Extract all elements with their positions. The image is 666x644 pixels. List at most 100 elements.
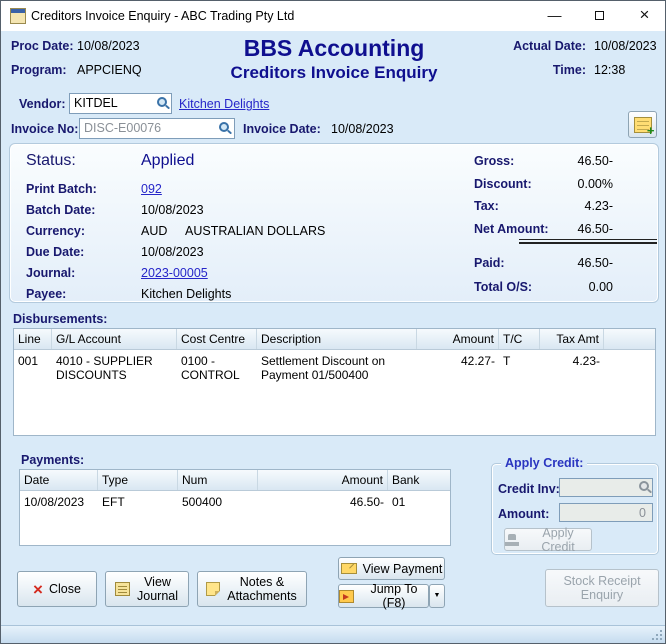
status-label: Status:: [26, 152, 76, 170]
paid-value: 46.50-: [521, 256, 613, 270]
apply-credit-button[interactable]: Apply Credit: [504, 528, 592, 551]
program-label: Program:: [11, 63, 67, 77]
cell-pay-amount: 46.50-: [258, 491, 388, 512]
titlebar: Creditors Invoice Enquiry - ABC Trading …: [1, 1, 665, 31]
cell-type: EFT: [98, 491, 178, 512]
discount-value: 0.00%: [521, 177, 613, 191]
proc-date-label: Proc Date:: [11, 39, 74, 53]
close-window-button[interactable]: ×: [622, 1, 666, 31]
invoice-no-input[interactable]: DISC-E00076: [79, 118, 235, 139]
batch-date-label: Batch Date:: [26, 203, 95, 217]
disbursements-label: Disbursements:: [13, 312, 107, 326]
close-button[interactable]: × Close: [17, 571, 97, 607]
actual-date-label: Actual Date:: [501, 39, 586, 53]
payment-row[interactable]: 10/08/2023 EFT 500400 46.50- 01: [20, 491, 450, 512]
cell-tax-amt: 4.23-: [540, 350, 604, 371]
new-document-button[interactable]: [628, 111, 657, 138]
print-batch-label: Print Batch:: [26, 182, 97, 196]
cell-line: 001: [14, 350, 52, 371]
cell-cost-centre: 0100 - CONTROL: [177, 350, 257, 385]
vendor-label: Vendor:: [19, 97, 66, 111]
due-date-label: Due Date:: [26, 245, 84, 259]
actual-date-value: 10/08/2023: [594, 39, 657, 53]
jump-to-dropdown-button[interactable]: ▼: [429, 584, 445, 608]
vendor-name-link[interactable]: Kitchen Delights: [179, 97, 269, 111]
status-bar: [1, 625, 665, 643]
col-line[interactable]: Line: [14, 329, 52, 349]
col-pay-amount[interactable]: Amount: [258, 470, 388, 490]
proc-date-value: 10/08/2023: [77, 39, 140, 53]
payee-label: Payee:: [26, 287, 66, 301]
payments-label: Payments:: [21, 453, 84, 467]
cell-bank: 01: [388, 491, 438, 512]
cell-tc: T: [499, 350, 540, 371]
tax-value: 4.23-: [521, 199, 613, 213]
screen-title: Creditors Invoice Enquiry: [184, 63, 484, 83]
invoice-date-value: 10/08/2023: [331, 122, 394, 136]
col-num[interactable]: Num: [178, 470, 258, 490]
disbursement-row[interactable]: 001 4010 - SUPPLIER DISCOUNTS 0100 - CON…: [14, 350, 655, 385]
col-tc[interactable]: T/C: [499, 329, 540, 349]
currency-label: Currency:: [26, 224, 85, 238]
jump-icon: [339, 590, 354, 603]
document-plus-icon: [634, 117, 652, 133]
close-x-icon: ×: [33, 581, 43, 598]
resize-grip[interactable]: [651, 629, 663, 641]
col-tax-amt[interactable]: Tax Amt: [540, 329, 604, 349]
app-window: Creditors Invoice Enquiry - ABC Trading …: [0, 0, 666, 644]
cell-date: 10/08/2023: [20, 491, 98, 512]
print-batch-link[interactable]: 092: [141, 182, 162, 196]
col-cost-centre[interactable]: Cost Centre: [177, 329, 257, 349]
jump-to-button[interactable]: Jump To (F8): [338, 584, 429, 608]
envelope-icon: [341, 563, 357, 574]
vendor-search-icon[interactable]: [156, 96, 170, 110]
apply-credit-button-label: Apply Credit: [525, 526, 591, 554]
cell-amount: 42.27-: [417, 350, 499, 371]
journal-link[interactable]: 2023-00005: [141, 266, 208, 280]
program-value: APPCIENQ: [77, 63, 142, 77]
minimize-button[interactable]: —: [532, 1, 577, 31]
currency-code: AUD: [141, 224, 167, 238]
maximize-button[interactable]: [577, 1, 622, 31]
currency-name: AUSTRALIAN DOLLARS: [185, 224, 325, 238]
maximize-icon: [595, 11, 604, 20]
cell-gl-account[interactable]: 4010 - SUPPLIER DISCOUNTS: [52, 350, 177, 385]
view-payment-button[interactable]: View Payment: [338, 557, 445, 580]
notes-attachments-button[interactable]: Notes & Attachments: [197, 571, 307, 607]
notes-attachments-label: Notes & Attachments: [226, 575, 298, 603]
view-payment-label: View Payment: [363, 562, 443, 576]
stamp-icon: [505, 534, 519, 546]
net-amount-underline: [519, 239, 657, 244]
payee-value: Kitchen Delights: [141, 287, 231, 301]
total-os-value: 0.00: [521, 280, 613, 294]
invoice-date-label: Invoice Date:: [243, 122, 321, 136]
time-label: Time:: [501, 63, 586, 77]
view-journal-label: View Journal: [136, 575, 180, 603]
col-amount[interactable]: Amount: [417, 329, 499, 349]
stock-receipt-enquiry-label: Stock Receipt Enquiry: [557, 574, 647, 602]
batch-date-value: 10/08/2023: [141, 203, 204, 217]
col-description[interactable]: Description: [257, 329, 417, 349]
col-bank[interactable]: Bank: [388, 470, 450, 490]
gross-value: 46.50-: [521, 154, 613, 168]
view-journal-button[interactable]: View Journal: [105, 571, 189, 607]
disbursements-table: Line G/L Account Cost Centre Description…: [13, 328, 656, 436]
jump-to-label: Jump To (F8): [360, 582, 428, 610]
col-filler: [604, 329, 655, 349]
invoice-no-label: Invoice No:: [11, 122, 78, 136]
cell-description: Settlement Discount on Payment 01/500400: [257, 350, 417, 385]
stock-receipt-enquiry-button[interactable]: Stock Receipt Enquiry: [545, 569, 659, 607]
invoice-search-icon[interactable]: [218, 121, 232, 135]
payments-header-row: Date Type Num Amount Bank: [20, 470, 450, 491]
cell-num[interactable]: 500400: [178, 491, 258, 512]
journal-icon: [115, 582, 130, 596]
app-icon: [10, 8, 26, 24]
col-gl-account[interactable]: G/L Account: [52, 329, 177, 349]
net-amount-value: 46.50-: [521, 222, 613, 236]
due-date-value: 10/08/2023: [141, 245, 204, 259]
col-type[interactable]: Type: [98, 470, 178, 490]
close-button-label: Close: [49, 582, 81, 596]
col-date[interactable]: Date: [20, 470, 98, 490]
credit-amount-input[interactable]: 0: [559, 503, 653, 522]
disbursements-header-row: Line G/L Account Cost Centre Description…: [14, 329, 655, 350]
